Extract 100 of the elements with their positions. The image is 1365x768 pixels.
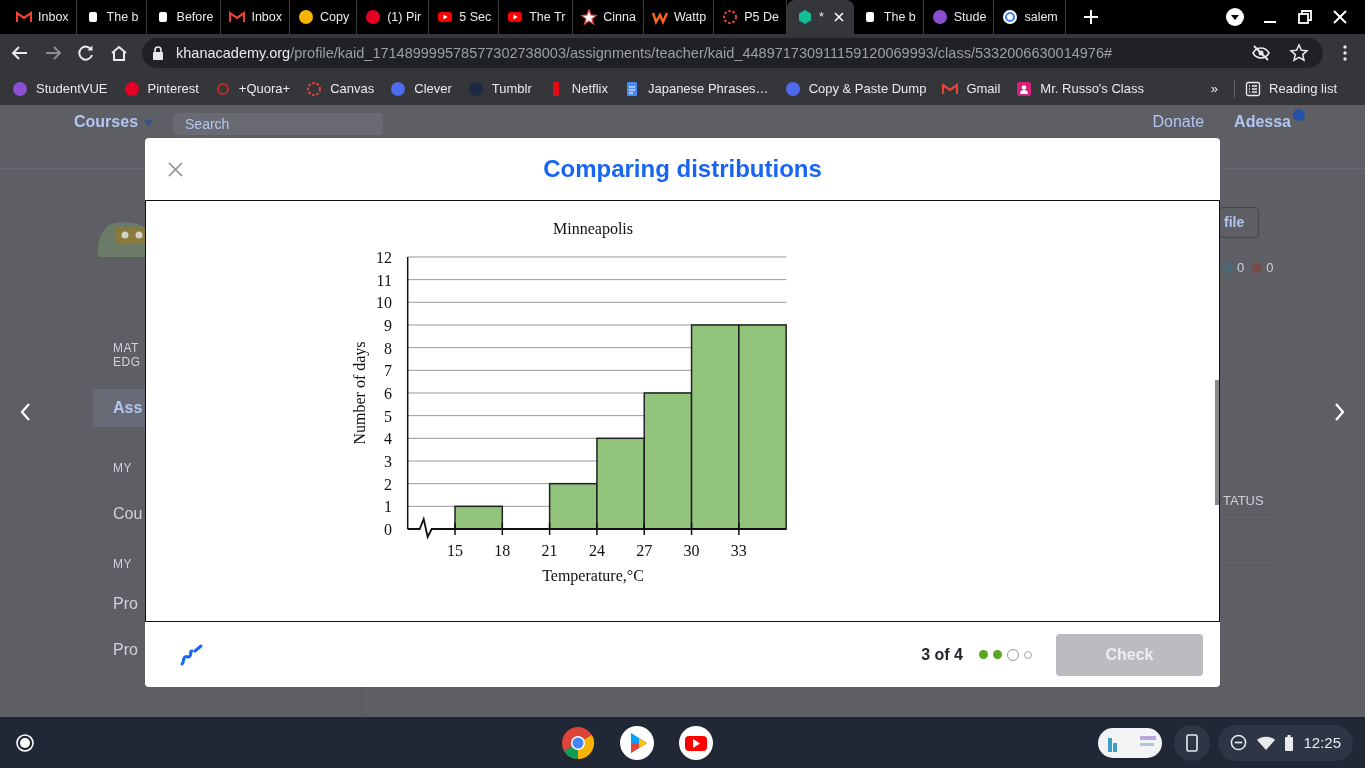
y-axis-title: Number of days [351, 341, 368, 445]
maximize-icon[interactable] [1295, 7, 1315, 27]
play-store-icon[interactable] [618, 724, 655, 761]
sidebar-item[interactable]: Pro [113, 595, 138, 613]
y-tick-label: 7 [384, 362, 392, 380]
x-tick-label: 24 [588, 542, 605, 559]
phone-icon [1186, 733, 1199, 752]
play-icon [437, 9, 454, 25]
phone-hub-button[interactable] [1174, 724, 1211, 761]
browser-tab[interactable]: * [786, 0, 854, 34]
eye-slash-icon[interactable] [1251, 43, 1271, 63]
ring-icon [722, 9, 739, 25]
circle-icon [784, 80, 801, 97]
x-tick-label: 21 [541, 542, 558, 559]
y-tick-label: 2 [384, 475, 392, 493]
y-tick-label: 6 [384, 385, 392, 402]
y-tick-label: 0 [384, 521, 392, 538]
y-tick-label: 12 [376, 248, 392, 266]
circle-icon [931, 9, 948, 25]
bookmark[interactable]: Mr. Russo's Class [1016, 80, 1144, 97]
chart-title: Minneapolis [553, 220, 633, 237]
bookmark[interactable]: Clever [390, 80, 452, 97]
donate-link[interactable]: Donate [1152, 113, 1205, 131]
bookmark[interactable]: Tumblr [467, 80, 532, 97]
star-icon [581, 9, 598, 25]
y-tick-label: 8 [384, 339, 392, 357]
caret-icon [144, 120, 154, 126]
circle-icon [365, 9, 382, 25]
column-heading: TATUS [1223, 493, 1264, 508]
x-axis-title: Temperature,°C [542, 567, 644, 584]
bookmark[interactable]: Gmail [942, 80, 1001, 97]
sidebar-item[interactable]: Cou [113, 505, 143, 523]
hexagon-icon [796, 9, 813, 25]
bookmark[interactable]: Canvas [306, 80, 375, 97]
badge-count: 0 [1266, 260, 1274, 275]
circle-icon [12, 80, 28, 97]
url-host: khanacademy.org [176, 45, 291, 61]
screenshot-thumbnail[interactable] [1098, 727, 1163, 758]
y-tick-label: 10 [376, 294, 392, 312]
section-heading: MAT [113, 341, 139, 355]
circle-icon [123, 80, 140, 97]
url-path: /profile/kaid_171489999578577302738003/assignments/teacher/kaid_448971730911159120069993/class/5332006630014976# [290, 45, 1113, 61]
dropdown-icon[interactable] [1225, 7, 1245, 27]
video-app-icon[interactable] [677, 724, 714, 761]
scrollbar[interactable] [1215, 380, 1219, 505]
x-tick-label: 18 [494, 542, 511, 559]
bookmark[interactable]: StudentVUE [12, 80, 108, 97]
person-icon [1016, 80, 1033, 97]
circle-icon [214, 80, 231, 97]
reading-list-button[interactable]: Reading list [1245, 80, 1337, 97]
circle-icon [1002, 9, 1019, 25]
badge-icon [1252, 262, 1263, 273]
address-bar[interactable]: khanacademy.org/profile/kaid_171489999578577302738003/assignments/teacher/kaid_448971730911159120069993/class/5332006630014976# [142, 38, 1323, 68]
section-heading: MY [113, 557, 132, 571]
browser-app-icon[interactable] [559, 724, 596, 761]
wifi-icon [1257, 735, 1276, 750]
battery-icon [1285, 734, 1294, 751]
envelope-icon [16, 9, 32, 25]
list-icon [1245, 80, 1262, 97]
launcher-icon[interactable] [15, 732, 35, 753]
home-icon[interactable] [109, 43, 129, 63]
bookmark[interactable]: Japanese Phrases… [623, 80, 769, 97]
y-tick-label: 9 [384, 316, 392, 334]
envelope-icon [229, 9, 246, 25]
courses-menu[interactable]: Courses [74, 113, 139, 131]
bookmark[interactable]: Copy & Paste Dump [784, 80, 927, 97]
play-icon [507, 9, 524, 25]
sidebar-item[interactable]: Pro [113, 641, 138, 659]
bookmark[interactable]: +Quora+ [214, 80, 291, 97]
y-tick-label: 11 [376, 271, 392, 289]
star-icon[interactable] [1289, 43, 1309, 63]
badge-count: 0 [1237, 260, 1245, 275]
y-tick-label: 5 [384, 407, 392, 425]
x-tick-label: 27 [636, 542, 653, 559]
x-tick-label: 15 [447, 542, 463, 559]
bookmark[interactable]: Pinterest [123, 80, 199, 97]
circle-icon [298, 9, 314, 25]
y-tick-label: 1 [384, 498, 392, 516]
section-heading: EDG [113, 355, 141, 369]
reload-icon[interactable] [76, 43, 96, 63]
lock-icon [152, 46, 164, 60]
do-not-disturb-icon [1230, 734, 1248, 751]
envelope-icon [942, 80, 959, 97]
section-heading: MY [113, 461, 132, 475]
x-tick-label: 30 [683, 542, 700, 559]
ring-icon [306, 80, 323, 97]
new-tab-icon[interactable] [1083, 10, 1098, 24]
y-tick-label: 4 [384, 430, 392, 448]
y-tick-label: 3 [384, 453, 392, 470]
status-area[interactable]: 12:25 [1218, 724, 1353, 761]
more-bookmarks-button[interactable]: » [1210, 81, 1219, 96]
circle-icon [390, 80, 407, 97]
x-tick-label: 33 [730, 542, 747, 559]
clock: 12:25 [1303, 734, 1341, 751]
histogram-bar [454, 505, 504, 530]
progress-text: 3 of 4 [921, 645, 963, 664]
bookmark[interactable]: Netflix [547, 80, 608, 97]
user-menu[interactable]: Adessa [1234, 113, 1291, 131]
dialog-title: Comparing distributions [543, 155, 822, 183]
notification-dot [1293, 109, 1305, 121]
